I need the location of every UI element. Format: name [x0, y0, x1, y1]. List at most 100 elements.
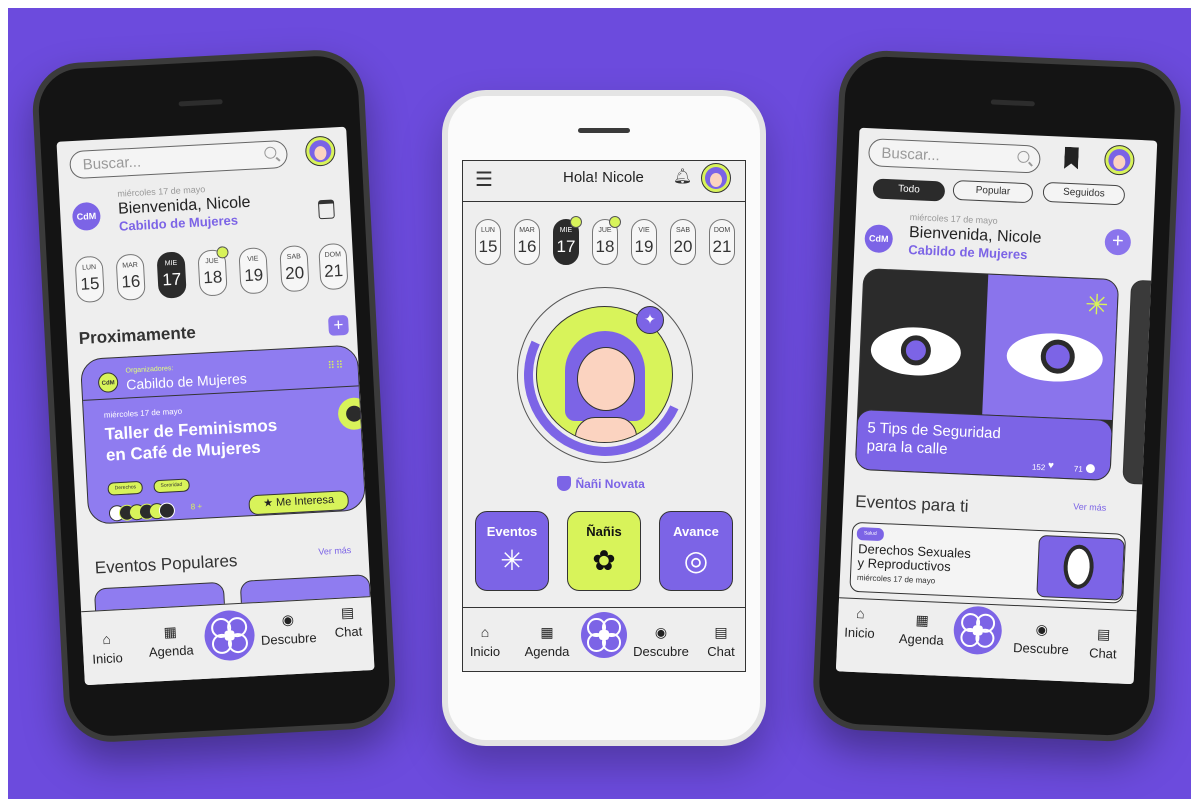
eye-icon: ◉: [281, 611, 295, 628]
search-input[interactable]: Buscar...: [68, 139, 289, 180]
progress-ring: ✦: [501, 271, 709, 479]
week-strip: LUN 15 MAR 16 MIE 17 JUE 18 VIE 19 SAB 20 DOM 2…: [56, 127, 349, 304]
home-icon: ⌂: [101, 630, 112, 648]
add-button[interactable]: +: [1104, 228, 1132, 256]
level-badge: Ñañi Novata: [557, 475, 645, 493]
nav-agenda[interactable]: ▦ Agenda: [142, 622, 200, 660]
shield-icon: [557, 476, 571, 492]
menu-icon[interactable]: ☰: [475, 167, 493, 192]
heart-icon[interactable]: ♥: [1048, 460, 1054, 471]
day-dom[interactable]: DOM 21: [709, 219, 735, 265]
nav-inicio[interactable]: ⌂ Inicio: [465, 624, 505, 659]
day-mar[interactable]: MAR 16: [514, 219, 540, 265]
nav-agenda[interactable]: ▦ Agenda: [893, 611, 950, 648]
avatar[interactable]: [304, 135, 337, 167]
organizer-logo: CdM: [97, 372, 119, 394]
tile-eventos[interactable]: Eventos ✳: [475, 511, 549, 591]
nav-inicio[interactable]: ⌂ Inicio: [839, 604, 880, 641]
search-icon: [1017, 150, 1030, 164]
bookmark-icon[interactable]: [1064, 147, 1079, 170]
asterisk-icon: ✳: [1084, 288, 1110, 321]
left-screen: Buscar... CdM miércoles 17 de mayo Bienv…: [56, 126, 375, 686]
interest-button[interactable]: ★ Me Interesa: [248, 490, 350, 516]
event-date: miércoles 17 de mayo: [856, 573, 936, 586]
event-dot: [609, 216, 621, 228]
tile-nanis[interactable]: Ñañis ✿: [567, 511, 641, 591]
event-card[interactable]: CdM Organizadores: Cabildo de Mujeres ⠿⠿…: [79, 344, 367, 525]
bottom-nav: ⌂ Inicio ▦ Agenda ◉ Descubre ▤ Chat: [81, 596, 375, 686]
filter-seguidos[interactable]: Seguidos: [1042, 181, 1126, 206]
eye-icon: ◉: [1035, 620, 1049, 638]
day-mie[interactable]: MIE 17: [156, 251, 187, 299]
feature-title-2: para la calle: [866, 437, 948, 458]
flower-home-button[interactable]: [203, 609, 256, 662]
event-list-item[interactable]: Salud Derechos Sexuales y Reproductivos …: [849, 521, 1127, 604]
day-mie[interactable]: MIE 17: [553, 216, 582, 265]
day-mar[interactable]: MAR 16: [115, 253, 146, 301]
dots-icon: ⠿⠿: [327, 360, 345, 373]
target-icon: ◎: [683, 545, 709, 576]
center-phone: ☰ Hola! Nicole 🔔︎ LUN 15 MAR 16 MIE 17 JUE 1…: [442, 90, 766, 746]
search-icon: [264, 146, 277, 160]
nav-descubre[interactable]: ◉ Descubre: [257, 610, 319, 648]
flower-home-button[interactable]: [952, 605, 1003, 656]
nav-chat[interactable]: ▤ Chat: [1083, 625, 1124, 662]
day-lun[interactable]: LUN 15: [74, 255, 105, 304]
avatar[interactable]: [701, 163, 731, 193]
nav-inicio[interactable]: ⌂ Inicio: [86, 630, 128, 667]
day-jue[interactable]: JUE 18: [592, 216, 621, 265]
tag-pill: Derechos: [107, 480, 144, 496]
left-phone: Buscar... CdM miércoles 17 de mayo Bienv…: [30, 47, 398, 745]
day-sab[interactable]: SAB 20: [279, 244, 310, 293]
avatar[interactable]: [1103, 144, 1136, 176]
bottom-nav: ⌂ Inicio ▦ Agenda ◉ Descubre ▤ Chat: [463, 607, 745, 671]
calendar-icon[interactable]: [317, 199, 335, 220]
see-more-link[interactable]: Ver más: [1073, 501, 1106, 512]
chat-icon: ▤: [1096, 625, 1111, 643]
ring-decoration: [337, 396, 367, 431]
event-dot: [570, 216, 582, 228]
day-vie[interactable]: VIE 19: [238, 247, 269, 295]
tile-avance[interactable]: Avance ◎: [659, 511, 733, 591]
nav-descubre[interactable]: ◉ Descubre: [631, 624, 691, 659]
see-more-link[interactable]: Ver más: [318, 545, 351, 557]
flower-home-button[interactable]: [581, 612, 627, 658]
feature-card[interactable]: ✳ 5 Tips de Seguridad para la calle 152 …: [854, 268, 1120, 482]
org-logo: CdM: [71, 201, 102, 232]
org-logo: CdM: [864, 224, 894, 254]
calendar-icon: ▦: [163, 623, 178, 640]
attendee-avatars: [108, 501, 190, 522]
day-vie[interactable]: VIE 19: [631, 219, 657, 265]
add-button[interactable]: +: [327, 314, 349, 336]
section-title-popular: Eventos Populares: [94, 551, 238, 578]
event-dot: [216, 246, 229, 259]
right-screen: Buscar... Todo Popular Seguidos CdM miér…: [835, 127, 1158, 685]
mockup-background: Buscar... CdM miércoles 17 de mayo Bienv…: [8, 8, 1191, 799]
eye-icon: ◉: [654, 624, 668, 640]
sparkle-badge-icon: ✦: [636, 306, 664, 334]
right-phone: Buscar... Todo Popular Seguidos CdM miér…: [811, 48, 1183, 744]
bell-icon[interactable]: 🔔︎: [673, 167, 692, 185]
nav-chat[interactable]: ▤ Chat: [701, 624, 741, 659]
chat-icon: ▤: [714, 624, 728, 640]
event-title-2: y Reproductivos: [857, 555, 952, 575]
day-sab[interactable]: SAB 20: [670, 219, 696, 265]
flower-icon: ✿: [592, 545, 616, 576]
tag-pill: Salud: [856, 527, 884, 542]
day-jue[interactable]: JUE 18: [197, 246, 229, 297]
day-lun[interactable]: LUN 15: [475, 219, 501, 265]
nav-agenda[interactable]: ▦ Agenda: [519, 624, 575, 659]
home-icon: ⌂: [855, 605, 865, 622]
nav-descubre[interactable]: ◉ Descubre: [1011, 620, 1072, 658]
nav-chat[interactable]: ▤ Chat: [327, 603, 369, 640]
section-title-upcoming: Proximamente: [78, 322, 197, 348]
event-date: miércoles 17 de mayo: [103, 406, 183, 420]
next-card-peek: [1122, 279, 1158, 485]
calendar-icon: ▦: [540, 624, 554, 640]
filter-popular[interactable]: Popular: [952, 179, 1034, 204]
filter-todo[interactable]: Todo: [872, 178, 946, 202]
search-input[interactable]: Buscar...: [867, 138, 1041, 174]
day-dom[interactable]: DOM 21: [318, 242, 349, 291]
asterisk-icon: ✳: [500, 545, 524, 576]
tag-pill: Sororidad: [153, 478, 190, 494]
